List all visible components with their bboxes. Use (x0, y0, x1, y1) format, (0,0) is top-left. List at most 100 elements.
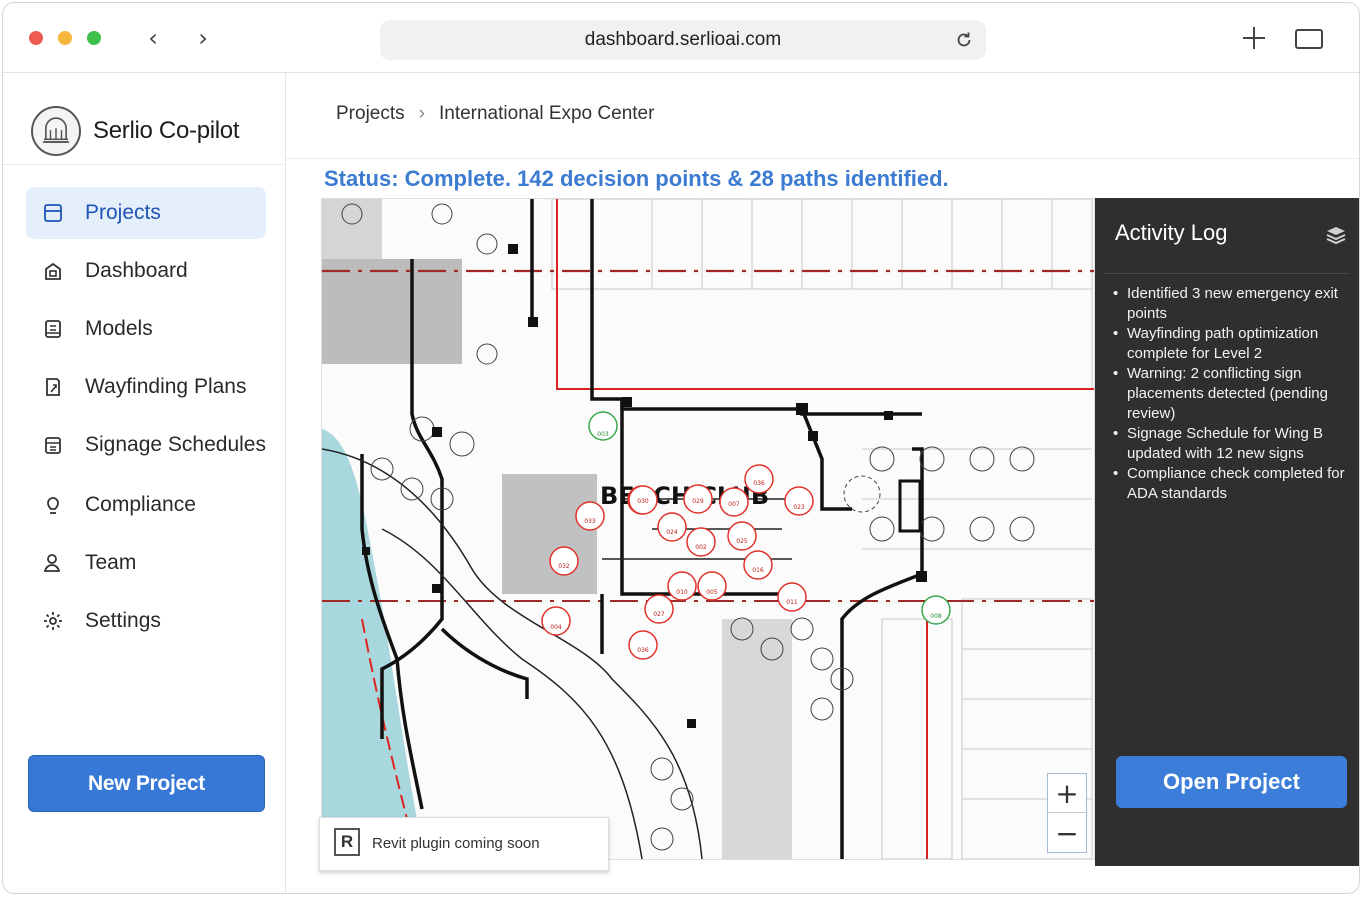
decision-marker[interactable]: 007 (719, 487, 749, 517)
signage-icon (45, 437, 61, 454)
minimize-window-button[interactable] (58, 31, 72, 45)
layers-icon[interactable] (1325, 224, 1347, 246)
svg-text:004: 004 (550, 624, 562, 631)
decision-marker[interactable]: 036 (744, 464, 774, 494)
gear-icon (44, 612, 62, 630)
sidebar-item-label: Signage Schedules (85, 433, 266, 456)
activity-list: Identified 3 new emergency exit points W… (1109, 284, 1349, 504)
svg-text:029: 029 (692, 498, 704, 505)
decision-marker[interactable]: 005 (697, 571, 727, 601)
sidebar-item-label: Team (85, 551, 137, 574)
sidebar-item-label: Models (85, 317, 153, 340)
sidebar-item-label: Compliance (85, 493, 196, 516)
svg-text:016: 016 (752, 567, 764, 574)
revit-icon: R (334, 828, 360, 856)
team-icon (43, 554, 61, 572)
back-button[interactable]: ‹ (141, 25, 165, 51)
svg-text:005: 005 (706, 589, 718, 596)
zoom-in-button[interactable]: + (1048, 774, 1086, 813)
svg-text:010: 010 (676, 589, 688, 596)
sidebar-item-label: Dashboard (85, 259, 188, 282)
exit-marker[interactable]: 003 (588, 411, 618, 441)
brand-name: Serlio Co-pilot (93, 117, 240, 144)
browser-window: ‹ › dashboard.serlioai.com Serlio Co-pil… (2, 2, 1360, 894)
chevron-right-icon: › (418, 103, 425, 124)
home-icon (45, 262, 61, 280)
decision-marker[interactable]: 023 (784, 486, 814, 516)
sidebar-item-label: Wayfinding Plans (85, 375, 247, 398)
compliance-icon (47, 497, 59, 514)
activity-entry: Signage Schedule for Wing B updated with… (1109, 424, 1349, 464)
decision-marker[interactable]: 025 (727, 521, 757, 551)
new-project-button[interactable]: New Project (28, 755, 265, 812)
close-window-button[interactable] (29, 31, 43, 45)
floor-plan-drawing: BEACH CLUB 035 036 030 029 007 023 033 0… (322, 199, 1094, 859)
activity-entry: Wayfinding path optimization complete fo… (1109, 324, 1349, 364)
decision-marker[interactable]: 004 (541, 606, 571, 636)
svg-text:011: 011 (786, 599, 798, 606)
svg-text:032: 032 (558, 563, 570, 570)
svg-text:033: 033 (584, 518, 596, 525)
browser-toolbar: ‹ › dashboard.serlioai.com (3, 3, 1359, 73)
svg-text:036: 036 (637, 647, 649, 654)
sidebar: Serlio Co-pilot Projects Dashboard Model… (3, 73, 286, 893)
activity-log-panel: Activity Log Identified 3 new emergency … (1095, 198, 1359, 866)
revit-plugin-notice: R Revit plugin coming soon (319, 817, 609, 871)
exit-marker[interactable]: 008 (921, 595, 951, 625)
activity-entry: Compliance check completed for ADA stand… (1109, 464, 1349, 504)
decision-marker[interactable]: 002 (686, 527, 716, 557)
svg-text:008: 008 (930, 613, 942, 620)
breadcrumb-current: International Expo Center (438, 103, 655, 124)
decision-marker[interactable]: 030 (628, 485, 658, 515)
sidebar-item-signage-schedules[interactable]: Signage Schedules (26, 419, 266, 471)
svg-text:002: 002 (695, 544, 707, 551)
sidebar-item-models[interactable]: Models (26, 303, 266, 355)
decision-marker[interactable]: 011 (777, 582, 807, 612)
new-tab-icon[interactable] (1241, 25, 1267, 51)
reload-icon[interactable] (954, 30, 974, 50)
brand: Serlio Co-pilot (3, 91, 286, 165)
sidebar-item-projects[interactable]: Projects (26, 187, 266, 239)
svg-text:024: 024 (666, 529, 678, 536)
models-icon (45, 320, 61, 338)
url-text: dashboard.serlioai.com (584, 29, 782, 50)
svg-text:030: 030 (637, 498, 649, 505)
folder-icon (44, 204, 62, 222)
sidebar-item-settings[interactable]: Settings (26, 595, 266, 647)
status-message: Status: Complete. 142 decision points & … (324, 166, 949, 191)
decision-marker[interactable]: 036 (628, 630, 658, 660)
open-project-button[interactable]: Open Project (1116, 756, 1347, 808)
sidebar-item-wayfinding-plans[interactable]: Wayfinding Plans (26, 361, 266, 413)
serlio-logo-icon (31, 106, 81, 156)
decision-marker[interactable]: 024 (657, 512, 687, 542)
sidebar-item-dashboard[interactable]: Dashboard (26, 245, 266, 297)
breadcrumb: Projects › International Expo Center (336, 103, 654, 125)
revit-notice-text: Revit plugin coming soon (372, 835, 540, 852)
decision-marker[interactable]: 010 (667, 571, 697, 601)
forward-button[interactable]: › (191, 25, 215, 51)
decision-marker[interactable]: 027 (644, 594, 674, 624)
sidebar-item-team[interactable]: Team (26, 537, 266, 589)
decision-marker[interactable]: 033 (575, 501, 605, 531)
svg-text:036: 036 (753, 480, 765, 487)
svg-text:025: 025 (736, 538, 748, 545)
breadcrumb-projects-link[interactable]: Projects (336, 103, 405, 124)
decision-marker[interactable]: 032 (549, 546, 579, 576)
sidebar-item-label: Settings (85, 609, 161, 632)
sidebar-item-compliance[interactable]: Compliance (26, 479, 266, 531)
decision-marker[interactable]: 016 (743, 550, 773, 580)
svg-text:007: 007 (728, 501, 740, 508)
header-divider (286, 158, 1359, 159)
sidebar-item-label: Projects (85, 201, 161, 224)
svg-text:023: 023 (793, 504, 805, 511)
tab-overview-icon[interactable] (1295, 29, 1323, 49)
maximize-window-button[interactable] (87, 31, 101, 45)
zoom-out-button[interactable]: − (1048, 814, 1086, 853)
svg-text:003: 003 (597, 431, 609, 438)
svg-text:027: 027 (653, 611, 665, 618)
wayfinding-icon (46, 378, 60, 396)
floor-plan-map[interactable]: BEACH CLUB 035 036 030 029 007 023 033 0… (321, 198, 1095, 860)
decision-marker[interactable]: 029 (683, 484, 713, 514)
address-bar[interactable]: dashboard.serlioai.com (380, 20, 986, 60)
activity-entry: Warning: 2 conflicting sign placements d… (1109, 364, 1349, 424)
